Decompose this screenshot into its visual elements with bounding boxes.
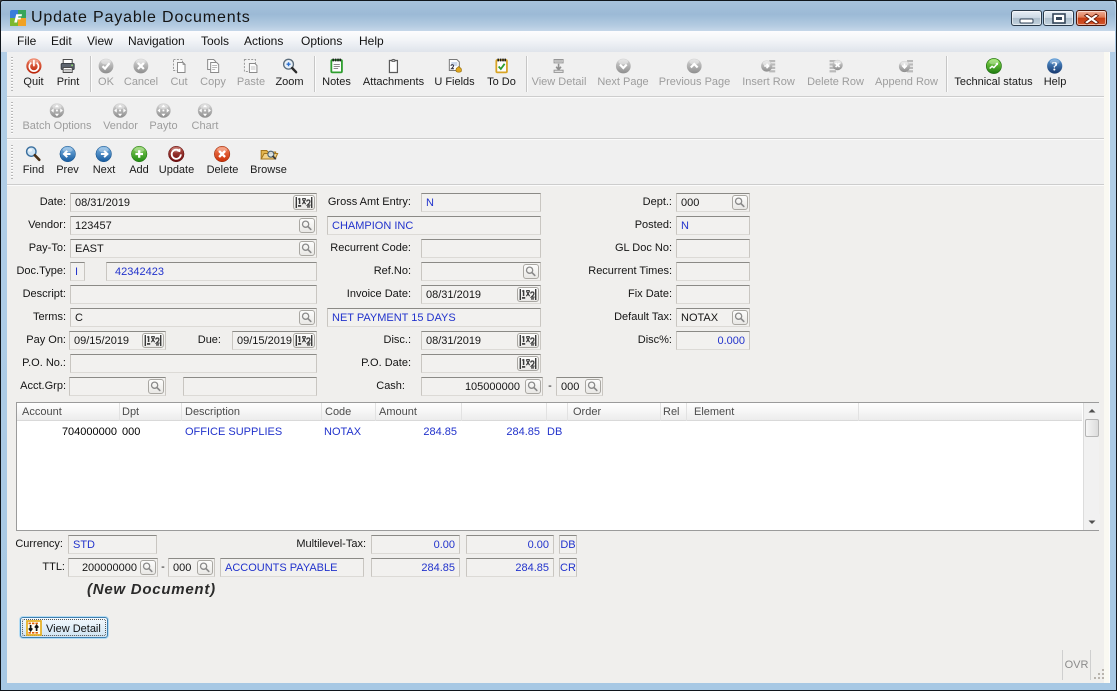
svg-text:?: ? bbox=[1052, 59, 1058, 73]
